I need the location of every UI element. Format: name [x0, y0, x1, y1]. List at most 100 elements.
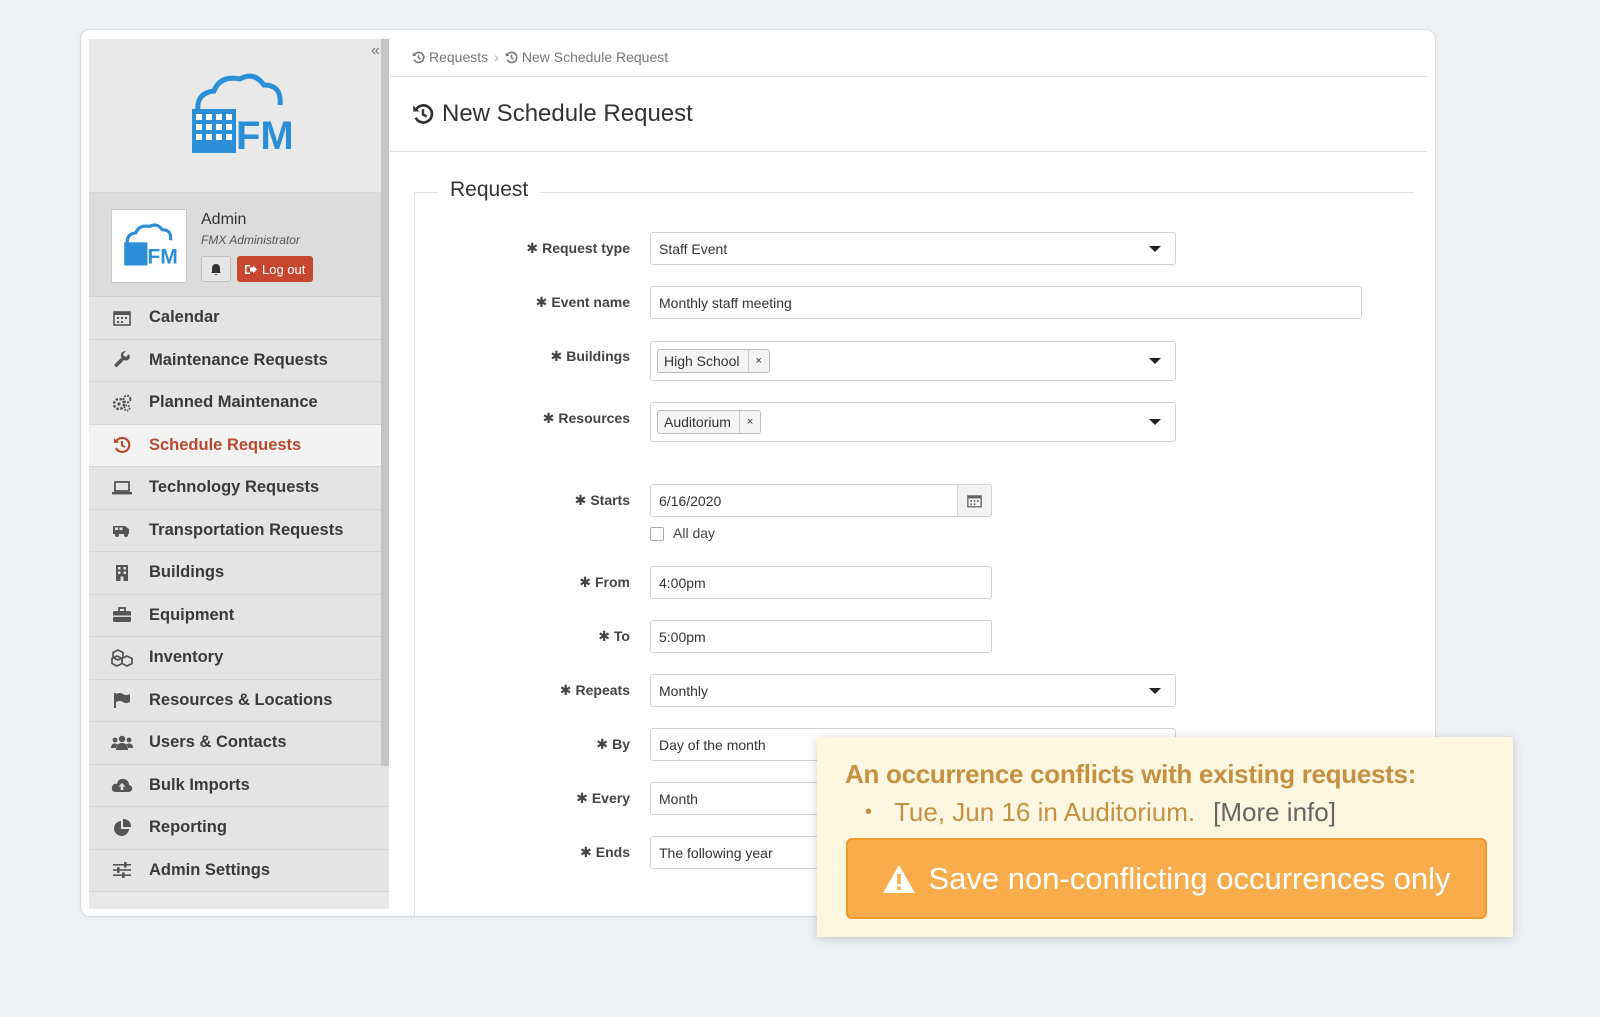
sidebar-item-label: Inventory: [149, 648, 224, 667]
breadcrumb-label: Requests: [429, 49, 489, 65]
date-picker-button[interactable]: [958, 484, 992, 517]
gears-icon: [111, 394, 133, 412]
logout-button[interactable]: Log out: [237, 256, 314, 282]
by-value: Day of the month: [659, 736, 766, 753]
every-value: Month: [659, 790, 698, 807]
building-tag: High School ×: [657, 349, 770, 373]
building-tag-label: High School: [664, 353, 740, 369]
all-day-label: All day: [673, 525, 716, 541]
sidebar-item-label: Bulk Imports: [149, 775, 250, 794]
resource-tag: Auditorium ×: [657, 410, 762, 434]
sidebar-item-label: Buildings: [149, 563, 225, 582]
sidebar-item-calendar[interactable]: Calendar: [89, 297, 389, 340]
chevron-down-icon: [1149, 358, 1161, 364]
fmx-logo[interactable]: FMX: [89, 39, 389, 193]
from-time-input[interactable]: 4:00pm: [650, 566, 992, 599]
sidebar-item-label: Admin Settings: [149, 860, 271, 879]
sidebar-item-label: Reporting: [149, 818, 227, 837]
starts-label: ✱ Starts: [574, 492, 630, 508]
sidebar-item-label: Planned Maintenance: [149, 393, 318, 412]
sidebar-item-label: Maintenance Requests: [149, 350, 328, 369]
notifications-button[interactable]: [201, 256, 231, 282]
chevron-down-icon: [1149, 687, 1161, 694]
request-type-label: ✱ Request type: [526, 240, 630, 256]
sidebar-item-maintenance-requests[interactable]: Maintenance Requests: [89, 339, 389, 382]
sidebar-item-planned-maintenance[interactable]: Planned Maintenance: [89, 382, 389, 425]
warning-icon: [883, 864, 916, 893]
sidebar-item-schedule-requests[interactable]: Schedule Requests: [89, 424, 389, 467]
save-button-label: Save non-conflicting occurrences only: [928, 860, 1451, 896]
sidebar-item-admin-settings[interactable]: Admin Settings: [89, 849, 389, 892]
sign-out-icon: [245, 264, 257, 274]
save-non-conflicting-button[interactable]: Save non-conflicting occurrences only: [846, 838, 1487, 919]
repeats-select[interactable]: Monthly: [650, 674, 1176, 707]
every-label: ✱ Every: [576, 790, 630, 806]
sliders-icon: [111, 861, 133, 879]
buildings-multiselect[interactable]: High School ×: [650, 341, 1176, 381]
repeats-label: ✱ Repeats: [559, 682, 630, 698]
resources-multiselect[interactable]: Auditorium ×: [650, 402, 1176, 442]
bell-icon: [211, 263, 221, 275]
history-icon: [413, 104, 434, 124]
calendar-icon: [967, 495, 982, 508]
pie-chart-icon: [111, 818, 133, 837]
sidebar-item-buildings[interactable]: Buildings: [89, 552, 389, 595]
breadcrumb-separator: ›: [494, 49, 499, 65]
logout-label: Log out: [262, 261, 306, 277]
request-type-select[interactable]: Staff Event: [650, 232, 1176, 265]
remove-tag-icon[interactable]: ×: [738, 411, 760, 433]
users-icon: [111, 734, 133, 752]
from-label: ✱ From: [579, 574, 630, 590]
event-name-input[interactable]: Monthly staff meeting: [650, 286, 1362, 319]
divider: [390, 151, 1427, 152]
resource-tag-label: Auditorium: [664, 414, 731, 430]
breadcrumb-current: New Schedule Request: [505, 49, 668, 65]
collapse-sidebar-button[interactable]: «: [371, 42, 380, 60]
ends-label: ✱ Ends: [580, 844, 630, 860]
sidebar-item-label: Equipment: [149, 605, 235, 624]
conflict-alert-title: An occurrence conflicts with existing re…: [845, 759, 1417, 789]
sidebar-scrollbar[interactable]: [381, 39, 389, 766]
breadcrumb-label: New Schedule Request: [521, 49, 669, 65]
event-name-label: ✱ Event name: [535, 294, 630, 310]
sidebar-item-label: Transportation Requests: [149, 520, 344, 539]
svg-text:FMX: FMX: [236, 114, 294, 158]
history-icon: [505, 51, 518, 63]
history-icon: [412, 51, 425, 63]
bus-icon: [111, 521, 133, 539]
start-date-input[interactable]: 6/16/2020: [650, 484, 958, 517]
avatar[interactable]: FMX: [111, 209, 187, 283]
sidebar-item-label: Schedule Requests: [149, 435, 302, 454]
sidebar-item-resources-locations[interactable]: Resources & Locations: [89, 679, 389, 722]
remove-tag-icon[interactable]: ×: [747, 350, 769, 372]
sidebar-item-reporting[interactable]: Reporting: [89, 807, 389, 850]
calendar-icon: [111, 309, 133, 327]
sidebar-item-label: Users & Contacts: [149, 733, 287, 752]
wrench-icon: [111, 351, 133, 369]
sidebar-item-bulk-imports[interactable]: Bulk Imports: [89, 764, 389, 807]
history-icon: [111, 436, 133, 454]
user-name[interactable]: Admin: [201, 211, 246, 229]
breadcrumb-requests[interactable]: Requests: [412, 49, 488, 65]
sidebar-item-equipment[interactable]: Equipment: [89, 594, 389, 637]
chevron-down-icon: [1149, 245, 1161, 252]
svg-text:FMX: FMX: [147, 245, 178, 268]
page-title: New Schedule Request: [412, 100, 693, 128]
sidebar-item-users-contacts[interactable]: Users & Contacts: [89, 722, 389, 765]
cubes-icon: [111, 648, 133, 667]
fieldset-legend: Request: [438, 178, 541, 202]
to-time-input[interactable]: 5:00pm: [650, 620, 992, 653]
more-info-link[interactable]: [More info]: [1213, 797, 1336, 828]
repeats-value: Monthly: [659, 682, 709, 699]
divider: [390, 76, 1427, 77]
building-icon: [111, 564, 133, 582]
conflict-item-text: Tue, Jun 16 in Auditorium.: [894, 797, 1196, 827]
sidebar-item-transportation-requests[interactable]: Transportation Requests: [89, 509, 389, 552]
all-day-checkbox[interactable]: [650, 527, 664, 541]
breadcrumb: Requests › New Schedule Request: [412, 49, 668, 65]
fmx-logo-icon: FMX: [192, 73, 294, 158]
bullet: •: [865, 801, 873, 823]
avatar-logo-icon: FMX: [124, 223, 178, 268]
sidebar-item-inventory[interactable]: Inventory: [89, 637, 389, 680]
sidebar-item-technology-requests[interactable]: Technology Requests: [89, 467, 389, 510]
